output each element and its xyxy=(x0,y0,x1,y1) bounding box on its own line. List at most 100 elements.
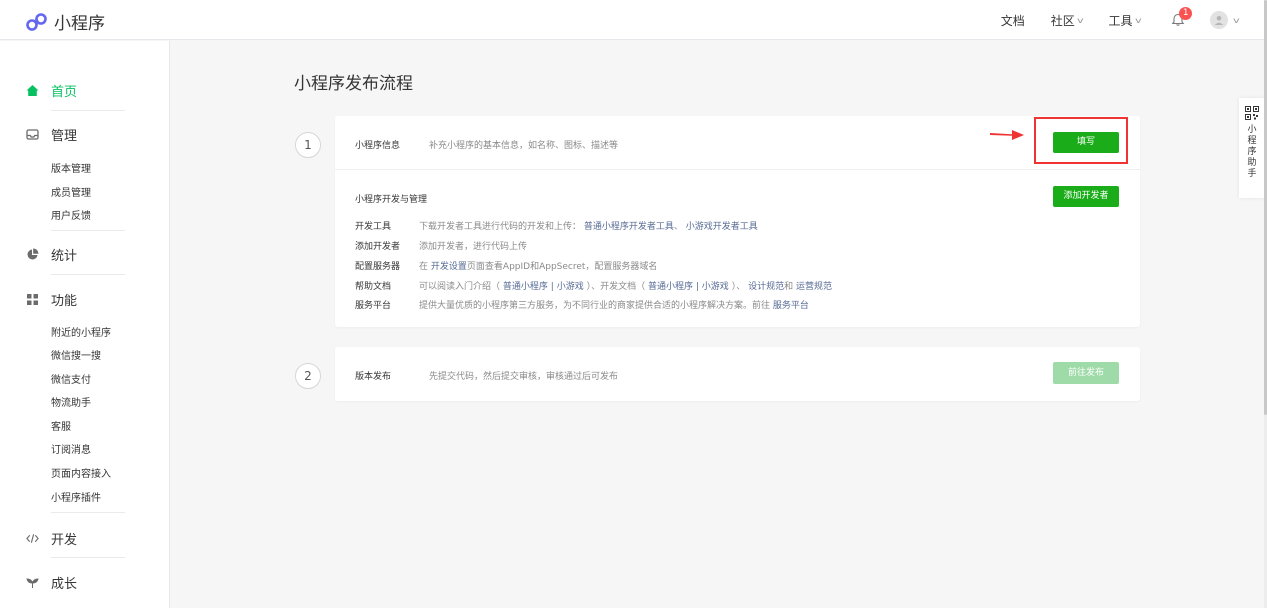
sidebar-sub-page-content[interactable]: 页面内容接入 xyxy=(51,465,111,480)
sidebar: 首页 管理 版本管理 成员管理 用户反馈 统计 功能 附近的小程序 微信搜一搜 … xyxy=(0,41,170,608)
go-release-button[interactable]: 前往发布 xyxy=(1053,362,1119,384)
nav-community[interactable]: 社区 v xyxy=(1050,12,1084,29)
help-text-2: ）、开发文档（ xyxy=(586,282,646,292)
code-icon xyxy=(26,532,39,545)
top-bar: 小程序 文档 社区 v 工具 v 1 v xyxy=(0,0,1267,40)
sidebar-sub-wechat-pay[interactable]: 微信支付 xyxy=(51,371,91,386)
row-text: 提供大量优质的小程序第三方服务，为不同行业的商家提供合适的小程序解决方案。前往 … xyxy=(419,298,809,311)
row-text: 添加开发者，进行代码上传 xyxy=(419,242,528,252)
assistant-side-tab[interactable]: 小程序助手 xyxy=(1239,98,1265,198)
grid-icon xyxy=(26,293,39,306)
home-icon xyxy=(26,84,39,97)
sidebar-divider xyxy=(51,274,125,275)
sidebar-item-features[interactable]: 功能 xyxy=(26,290,77,309)
list-item-platform: 服务平台 提供大量优质的小程序第三方服务，为不同行业的商家提供合适的小程序解决方… xyxy=(355,298,809,311)
help-text-4: 和 xyxy=(784,282,794,292)
brand[interactable]: 小程序 xyxy=(26,9,105,34)
sidebar-sub-member-manage[interactable]: 成员管理 xyxy=(51,184,91,199)
devtool-text: 下载开发者工具进行代码的开发和上传： xyxy=(419,222,582,232)
sidebar-item-manage[interactable]: 管理 xyxy=(26,125,77,144)
add-developer-button[interactable]: 添加开发者 xyxy=(1053,186,1119,207)
operation-spec-link[interactable]: 运营规范 xyxy=(796,282,832,292)
intro-game-link[interactable]: 小游戏 xyxy=(557,282,584,292)
separator: | xyxy=(550,282,554,292)
doc-normal-link[interactable]: 普通小程序 xyxy=(648,282,693,292)
help-text-3: ）、 xyxy=(731,282,746,292)
sidebar-sub-nearby[interactable]: 附近的小程序 xyxy=(51,324,111,339)
row-text: 在 开发设置页面查看AppID和AppSecret，配置服务器域名 xyxy=(419,259,657,272)
user-icon xyxy=(1215,16,1224,25)
version-release-desc: 先提交代码，然后提交审核，审核通过后可发布 xyxy=(429,372,619,382)
list-item-server: 配置服务器 在 开发设置页面查看AppID和AppSecret，配置服务器域名 xyxy=(355,259,657,272)
sidebar-divider xyxy=(51,230,125,231)
card-divider xyxy=(335,169,1140,170)
row-label: 配置服务器 xyxy=(355,262,401,272)
notification-badge: 1 xyxy=(1179,7,1193,20)
nav-tools[interactable]: 工具 v xyxy=(1108,12,1142,29)
row-text: 可以阅读入门介绍（ 普通小程序 | 小游戏 ）、开发文档（ 普通小程序 | 小游… xyxy=(419,279,832,292)
highlight-box xyxy=(1034,117,1128,164)
sidebar-sub-wechat-search[interactable]: 微信搜一搜 xyxy=(51,347,101,362)
red-arrow-icon xyxy=(990,130,1024,140)
sidebar-sub-plugins[interactable]: 小程序插件 xyxy=(51,489,101,504)
sidebar-item-label: 管理 xyxy=(51,129,78,144)
mini-program-info-desc: 补充小程序的基本信息，如名称、图标、描述等 xyxy=(429,141,619,151)
platform-text: 提供大量优质的小程序第三方服务，为不同行业的商家提供合适的小程序解决方案。前往 xyxy=(419,301,771,311)
pie-chart-icon xyxy=(26,248,39,261)
step-number-1: 1 xyxy=(295,132,321,158)
help-text-1: 可以阅读入门介绍（ xyxy=(419,282,501,292)
sidebar-sub-customer-service[interactable]: 客服 xyxy=(51,418,71,433)
row-text: 下载开发者工具进行代码的开发和上传： 普通小程序开发者工具、 小游戏开发者工具 xyxy=(419,219,758,232)
list-item-adddev: 添加开发者 添加开发者，进行代码上传 xyxy=(355,239,527,252)
chevron-down-icon: v xyxy=(1233,15,1240,25)
step-number-2: 2 xyxy=(295,363,321,389)
sprout-icon xyxy=(26,576,39,589)
mini-program-logo-icon xyxy=(26,12,47,31)
sidebar-item-label: 开发 xyxy=(51,533,78,548)
qr-code-icon xyxy=(1245,106,1259,120)
chevron-down-icon: v xyxy=(1076,15,1084,25)
inbox-icon xyxy=(26,128,39,141)
chevron-down-icon: v xyxy=(1134,15,1142,25)
sidebar-divider xyxy=(51,512,125,513)
sidebar-item-label: 统计 xyxy=(51,249,78,264)
sidebar-item-label: 成长 xyxy=(51,577,78,592)
app-name: 小程序 xyxy=(54,14,105,34)
sidebar-item-home[interactable]: 首页 xyxy=(26,81,77,100)
version-release-label: 版本发布 xyxy=(355,372,392,382)
nav-docs[interactable]: 文档 xyxy=(1001,12,1025,29)
sidebar-item-stats[interactable]: 统计 xyxy=(26,245,77,264)
notification-button[interactable]: 1 xyxy=(1168,7,1193,30)
intro-normal-link[interactable]: 普通小程序 xyxy=(503,282,548,292)
sidebar-item-label: 首页 xyxy=(51,85,78,100)
normal-devtool-link[interactable]: 普通小程序开发者工具 xyxy=(584,222,674,232)
avatar[interactable] xyxy=(1210,11,1229,29)
sidebar-item-develop[interactable]: 开发 xyxy=(26,529,77,548)
sidebar-sub-subscribe-message[interactable]: 订阅消息 xyxy=(51,441,91,456)
dev-manage-title: 小程序开发与管理 xyxy=(355,195,428,205)
server-pre: 在 xyxy=(419,262,429,272)
design-spec-link[interactable]: 设计规范 xyxy=(748,282,784,292)
list-item-help: 帮助文档 可以阅读入门介绍（ 普通小程序 | 小游戏 ）、开发文档（ 普通小程序… xyxy=(355,279,832,292)
sidebar-sub-user-feedback[interactable]: 用户反馈 xyxy=(51,207,91,222)
nav-community-label: 社区 xyxy=(1050,13,1075,28)
doc-game-link[interactable]: 小游戏 xyxy=(702,282,729,292)
nav-tools-label: 工具 xyxy=(1108,13,1133,28)
server-post: 页面查看AppID和AppSecret，配置服务器域名 xyxy=(466,262,658,272)
sidebar-divider xyxy=(51,110,125,111)
dev-settings-link[interactable]: 开发设置 xyxy=(431,262,467,272)
sidebar-divider xyxy=(51,557,125,558)
game-devtool-link[interactable]: 小游戏开发者工具 xyxy=(686,222,758,232)
row-label: 帮助文档 xyxy=(355,282,392,292)
sidebar-sub-logistics[interactable]: 物流助手 xyxy=(51,394,91,409)
account-menu-toggle[interactable]: v xyxy=(1233,15,1240,25)
list-item-devtool: 开发工具 下载开发者工具进行代码的开发和上传： 普通小程序开发者工具、 小游戏开… xyxy=(355,219,758,232)
nav-docs-label: 文档 xyxy=(1000,13,1025,28)
sidebar-item-growth[interactable]: 成长 xyxy=(26,573,77,592)
separator: | xyxy=(695,282,699,292)
step2-card: 版本发布 先提交代码，然后提交审核，审核通过后可发布 前往发布 xyxy=(335,347,1140,401)
sidebar-item-label: 功能 xyxy=(51,294,78,309)
separator: 、 xyxy=(673,222,683,232)
sidebar-sub-version-manage[interactable]: 版本管理 xyxy=(51,160,91,175)
service-platform-link[interactable]: 服务平台 xyxy=(773,301,809,311)
